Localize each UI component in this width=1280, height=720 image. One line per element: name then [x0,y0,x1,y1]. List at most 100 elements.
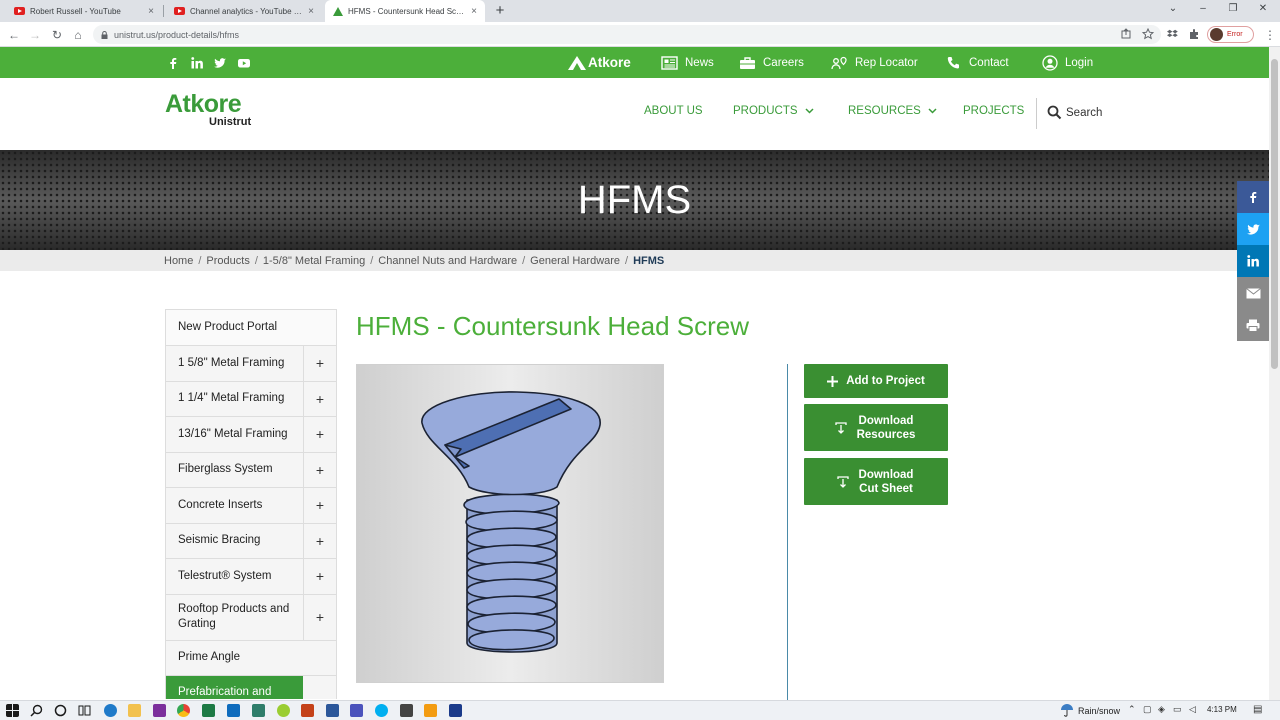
login-link[interactable]: Login [1042,47,1093,78]
expand-plus-icon[interactable]: + [303,417,336,452]
sidebar-item-prefabrication[interactable]: Prefabrication and [166,676,303,699]
network-icon[interactable]: ▭ [1173,704,1182,715]
careers-link[interactable]: Careers [739,47,804,78]
sidebar-item-new-product-portal[interactable]: New Product Portal [166,310,336,346]
expand-plus-icon[interactable]: + [303,381,336,416]
expand-plus-icon[interactable]: + [303,523,336,558]
twitter-icon[interactable] [213,56,227,70]
sidebar-item-fiberglass-system[interactable]: Fiberglass System + [166,452,336,488]
news-link[interactable]: News [661,47,714,78]
url-field[interactable]: unistrut.us/product-details/hfms [93,25,1161,44]
volume-icon[interactable]: ◁ [1189,704,1196,715]
expand-plus-icon[interactable]: + [303,346,336,381]
breadcrumb-products[interactable]: Products [206,255,249,267]
close-tab-icon[interactable]: × [148,6,154,17]
breadcrumb-metal-framing[interactable]: 1-5/8" Metal Framing [263,255,365,267]
nav-resources[interactable]: RESOURCES [848,105,937,117]
task-view-icon[interactable] [78,704,91,717]
save-app-icon[interactable] [449,704,462,717]
breadcrumb-general-hardware[interactable]: General Hardware [530,255,620,267]
sidebar-item-1-5-8-metal-framing[interactable]: 1 5/8" Metal Framing + [166,346,336,382]
download-cut-sheet-button[interactable]: Download Cut Sheet [804,458,948,505]
expand-plus-icon[interactable]: + [303,559,336,594]
share-email-button[interactable] [1237,277,1269,309]
rep-locator-link[interactable]: Rep Locator [831,47,918,78]
dropbox-icon[interactable] [1167,28,1179,40]
share-linkedin-button[interactable] [1237,245,1269,277]
youtube-icon[interactable] [237,56,251,70]
cortana-icon[interactable] [54,704,67,717]
taskbar-clock[interactable]: 4:13 PM [1207,705,1237,714]
browser-tab[interactable]: Robert Russell - YouTube × [6,0,162,22]
maximize-icon[interactable]: ❐ [1223,3,1243,14]
contact-link[interactable]: Contact [946,47,1009,78]
share-page-icon[interactable] [1120,28,1132,40]
breadcrumb-channel-nuts[interactable]: Channel Nuts and Hardware [378,255,517,267]
bookmark-star-icon[interactable] [1142,28,1154,40]
browser-tab[interactable]: Channel analytics - YouTube Studio × [166,0,322,22]
close-tab-icon[interactable]: × [471,6,477,17]
app-icon[interactable] [252,704,265,717]
nav-about-us[interactable]: ABOUT US [644,105,703,117]
notifications-icon[interactable]: ▤ [1253,704,1262,715]
dropbox-icon[interactable]: ◈ [1158,704,1165,715]
sidebar-item-rooftop-products[interactable]: Rooftop Products and Grating + [166,594,336,641]
tray-app-icon[interactable]: ▢ [1143,704,1152,715]
home-icon[interactable]: ⌂ [70,27,86,43]
minimize-icon[interactable]: – [1193,3,1213,14]
tray-chevron-icon[interactable]: ⌃ [1128,704,1136,715]
search-icon[interactable] [30,704,43,717]
share-print-button[interactable] [1237,309,1269,341]
expand-plus-icon[interactable]: + [303,452,336,487]
close-window-icon[interactable]: ✕ [1253,3,1273,14]
scrollbar-thumb[interactable] [1271,59,1278,369]
outlook-icon[interactable] [227,704,240,717]
sidebar-item-prime-angle[interactable]: Prime Angle [166,641,336,676]
reload-icon[interactable]: ↻ [49,27,65,43]
chrome-icon[interactable] [177,704,190,717]
linkedin-icon[interactable] [190,56,204,70]
nav-products[interactable]: PRODUCTS [733,105,814,117]
powerpoint-icon[interactable] [301,704,314,717]
sidebar-item-concrete-inserts[interactable]: Concrete Inserts + [166,488,336,524]
download-resources-button[interactable]: Download Resources [804,404,948,451]
tab-search-icon[interactable]: ⌄ [1163,3,1183,14]
breadcrumb-home[interactable]: Home [164,255,193,267]
excel-icon[interactable] [202,704,215,717]
edge-icon[interactable] [104,704,117,717]
onenote-icon[interactable] [153,704,166,717]
skype-icon[interactable] [375,704,388,717]
forward-icon[interactable]: → [27,27,43,43]
weather-widget[interactable]: Rain/snow [1060,704,1120,717]
sidebar-item-telestrut-system[interactable]: Telestrut® System + [166,559,336,595]
page-scrollbar[interactable] [1269,47,1280,700]
back-icon[interactable]: ← [6,27,22,43]
extensions-icon[interactable] [1188,28,1200,40]
word-icon[interactable] [326,704,339,717]
close-tab-icon[interactable]: × [308,6,314,17]
teams-icon[interactable] [350,704,363,717]
search-button[interactable]: Search [1047,105,1102,120]
sidebar-item-seismic-bracing[interactable]: Seismic Bracing + [166,523,336,559]
share-facebook-button[interactable] [1237,181,1269,213]
windows-start-icon[interactable] [6,704,19,717]
facebook-icon[interactable] [166,56,180,70]
atkore-brand-link[interactable]: Atkore [568,47,631,78]
snip-icon[interactable] [277,704,290,717]
browser-menu-icon[interactable]: ⋮ [1262,27,1278,43]
tab-separator [163,5,164,17]
expand-plus-icon[interactable]: + [303,488,336,523]
sidebar-item-1-1-4-metal-framing[interactable]: 1 1/4" Metal Framing + [166,381,336,417]
file-explorer-icon[interactable] [128,704,141,717]
browser-tab-active[interactable]: HFMS - Countersunk Head Screw × [325,0,485,22]
add-to-project-button[interactable]: Add to Project [804,364,948,398]
tool-icon[interactable] [400,704,413,717]
share-twitter-button[interactable] [1237,213,1269,245]
sidebar-item-13-16-metal-framing[interactable]: 13/16" Metal Framing + [166,417,336,453]
app-icon[interactable] [424,704,437,717]
nav-projects[interactable]: PROJECTS [963,105,1024,117]
expand-plus-icon[interactable]: + [303,594,336,640]
atkore-unistrut-logo[interactable]: Atkore Unistrut [165,90,251,128]
new-tab-button[interactable]: + [491,2,509,19]
profile-button[interactable]: Error [1207,26,1254,43]
